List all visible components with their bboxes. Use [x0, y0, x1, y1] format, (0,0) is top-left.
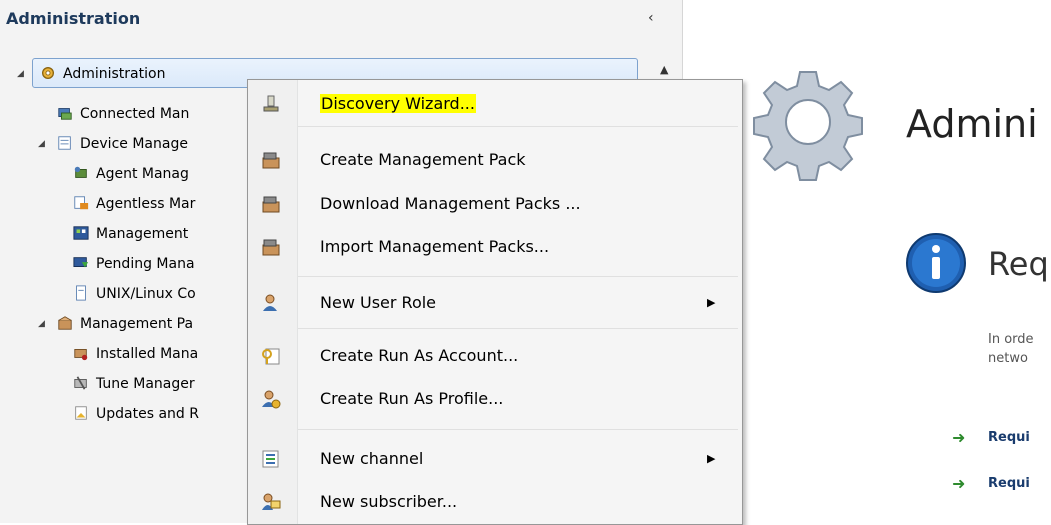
menu-separator	[298, 429, 738, 430]
updates-icon	[75, 406, 87, 420]
submenu-arrow-icon: ▶	[707, 296, 716, 309]
requirements-heading: Req	[988, 245, 1049, 283]
menu-item-discovery-wizard[interactable]: Discovery Wizard...	[248, 86, 742, 122]
pack-icon	[262, 152, 280, 169]
submenu-arrow-icon: ▶	[707, 452, 716, 465]
menu-item-label: Create Run As Account...	[320, 346, 519, 365]
menu-item-create-management-pack[interactable]: Create Management Pack	[248, 142, 742, 178]
management-server-icon	[73, 226, 89, 240]
menu-item-label: New channel	[320, 449, 424, 468]
menu-item-new-subscriber[interactable]: New subscriber...	[248, 484, 742, 520]
menu-item-download-management-packs[interactable]: Download Management Packs ...	[248, 186, 742, 222]
server-icon	[58, 108, 72, 120]
menu-item-label: New User Role	[320, 293, 437, 312]
paragraph-line: netwo	[988, 351, 1028, 366]
menu-item-create-run-as-account[interactable]: Create Run As Account...	[248, 338, 742, 374]
device-icon	[58, 136, 71, 150]
menu-item-label: Download Management Packs ...	[320, 194, 581, 213]
menu-separator	[298, 126, 738, 127]
tree-item-label: Installed Mana	[96, 346, 199, 362]
scroll-up-button[interactable]: ▲	[660, 63, 668, 76]
menu-separator	[298, 276, 738, 277]
pack-icon	[262, 196, 280, 213]
tree-item-label: Device Manage	[80, 136, 188, 152]
intro-paragraph: In orde netwo	[988, 330, 1051, 368]
installed-pack-icon	[74, 349, 88, 361]
tree-item-connected[interactable]: Connected Man	[56, 100, 189, 128]
tree-item-management-servers[interactable]: Management	[72, 220, 188, 248]
tree-item-label: Agentless Mar	[96, 196, 196, 212]
paragraph-line: In orde	[988, 332, 1034, 347]
tree-item-label: Updates and R	[96, 406, 199, 422]
discovery-icon	[263, 95, 279, 112]
package-icon	[58, 316, 72, 330]
menu-separator	[298, 328, 738, 329]
tree-item-label: UNIX/Linux Co	[96, 286, 196, 302]
menu-item-new-channel[interactable]: New channel ▶	[248, 441, 742, 477]
tree-item-label: Connected Man	[80, 106, 190, 122]
key-icon	[262, 348, 280, 365]
channel-icon	[262, 450, 279, 468]
tree-item-label: Pending Mana	[96, 256, 195, 272]
tree-item-installed-packs[interactable]: Installed Mana	[72, 340, 198, 368]
tree-item-device-management[interactable]: ◢ Device Manage	[38, 130, 188, 158]
menu-item-new-user-role[interactable]: New User Role ▶	[248, 285, 742, 321]
menu-item-import-management-packs[interactable]: Import Management Packs...	[248, 229, 742, 265]
requirement-link[interactable]: Requi	[988, 476, 1051, 491]
menu-item-label: Import Management Packs...	[320, 237, 550, 256]
expand-arrow-icon[interactable]: ◢	[38, 130, 45, 158]
agentless-icon	[74, 196, 89, 210]
menu-item-label: New subscriber...	[320, 492, 458, 511]
context-menu: Discovery Wizard... Create Management Pa…	[247, 79, 743, 525]
tree-item-label: Tune Manager	[96, 376, 195, 392]
menu-item-label: Discovery Wizard...	[320, 86, 476, 122]
subscriber-icon	[262, 493, 281, 510]
tree-item-label: Management Pa	[80, 316, 194, 332]
tree-item-agentless-managed[interactable]: Agentless Mar	[72, 190, 195, 218]
pack-icon	[262, 239, 280, 256]
tree-item-pending-management[interactable]: Pending Mana	[72, 250, 195, 278]
expand-arrow-icon[interactable]: ◢	[17, 59, 24, 89]
requirement-link[interactable]: Requi	[988, 430, 1051, 445]
tree-item-agent-managed[interactable]: Agent Manag	[72, 160, 189, 188]
menu-item-label: Create Run As Profile...	[320, 389, 504, 408]
unix-icon	[76, 285, 86, 301]
content-title: Admini	[906, 102, 1038, 146]
user-role-icon	[263, 294, 277, 311]
tree-item-updates[interactable]: Updates and R	[72, 400, 199, 428]
gear-icon	[753, 71, 863, 181]
tree-item-management-packs[interactable]: ◢ Management Pa	[38, 310, 194, 338]
nav-title: Administration	[6, 9, 141, 28]
nav-header: Administration ‹	[0, 0, 682, 40]
tree-item-label: Administration	[63, 66, 166, 82]
gear-icon	[42, 67, 54, 79]
agent-icon	[74, 166, 87, 178]
pending-icon	[73, 257, 89, 268]
tree-item-label: Agent Manag	[96, 166, 189, 182]
menu-item-create-run-as-profile[interactable]: Create Run As Profile...	[248, 381, 742, 417]
highlighted-text: Discovery Wizard...	[320, 94, 476, 113]
arrow-icon: ➜	[952, 428, 966, 447]
expand-arrow-icon[interactable]: ◢	[38, 310, 45, 338]
info-icon	[906, 233, 966, 293]
tree-item-label: Management	[96, 226, 189, 242]
tune-icon	[74, 376, 87, 390]
profile-icon	[262, 390, 281, 409]
collapse-pane-button[interactable]: ‹	[648, 10, 654, 26]
menu-item-label: Create Management Pack	[320, 150, 526, 169]
tree-item-unix-linux[interactable]: UNIX/Linux Co	[72, 280, 196, 308]
tree-item-tune-management[interactable]: Tune Manager	[72, 370, 195, 398]
arrow-icon: ➜	[952, 474, 966, 493]
